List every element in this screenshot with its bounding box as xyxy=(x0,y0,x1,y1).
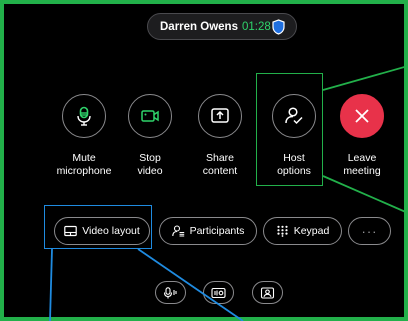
stop-video-button[interactable]: Stop video xyxy=(114,94,186,177)
recorder-icon xyxy=(211,287,226,298)
participants-label: Participants xyxy=(189,225,245,237)
share-icon xyxy=(211,108,229,123)
share-button-circle[interactable] xyxy=(198,94,242,138)
camera-icon xyxy=(141,110,159,122)
stop-video-label-line1: Stop xyxy=(139,152,161,164)
keypad-button[interactable]: Keypad xyxy=(263,217,342,245)
share-content-button[interactable]: Share content xyxy=(184,94,256,177)
microphone-icon xyxy=(77,106,91,126)
audio-settings-button[interactable] xyxy=(155,281,186,304)
participants-button[interactable]: Participants xyxy=(159,217,257,245)
mute-microphone-button[interactable]: Mute microphone xyxy=(48,94,120,177)
more-options-icon: ··· xyxy=(361,223,378,239)
leave-meeting-button[interactable]: Leave meeting xyxy=(326,94,398,177)
stop-video-button-circle[interactable] xyxy=(128,94,172,138)
keypad-icon xyxy=(277,225,288,237)
participants-icon xyxy=(171,225,184,237)
shield-icon xyxy=(272,19,285,35)
meeting-controls-screen: Darren Owens 01:28 Mute microphone Stop … xyxy=(0,0,408,321)
leave-button-circle[interactable] xyxy=(340,94,384,138)
stop-video-label-line2: video xyxy=(137,164,163,177)
share-label-line2: content xyxy=(202,164,238,177)
mute-label-line2: microphone xyxy=(56,164,112,177)
more-options-button[interactable]: ··· xyxy=(348,217,391,245)
call-info-pill: Darren Owens 01:28 xyxy=(147,13,297,40)
caller-name: Darren Owens xyxy=(160,20,238,33)
person-frame-icon xyxy=(260,286,275,299)
share-label-line1: Share xyxy=(205,152,235,164)
host-options-highlight-box xyxy=(256,73,323,186)
close-icon xyxy=(355,109,369,123)
call-timer: 01:28 xyxy=(241,20,271,33)
self-view-button[interactable] xyxy=(252,281,283,304)
mute-label-line1: Mute xyxy=(72,152,96,164)
microphone-bars-icon xyxy=(163,286,177,298)
mute-button-circle[interactable] xyxy=(62,94,106,138)
leave-label-line1: Leave xyxy=(347,152,377,164)
video-layout-highlight-box xyxy=(44,205,152,249)
leave-label-line2: meeting xyxy=(343,164,381,177)
keypad-label: Keypad xyxy=(293,225,330,237)
recorder-button[interactable] xyxy=(203,281,234,304)
